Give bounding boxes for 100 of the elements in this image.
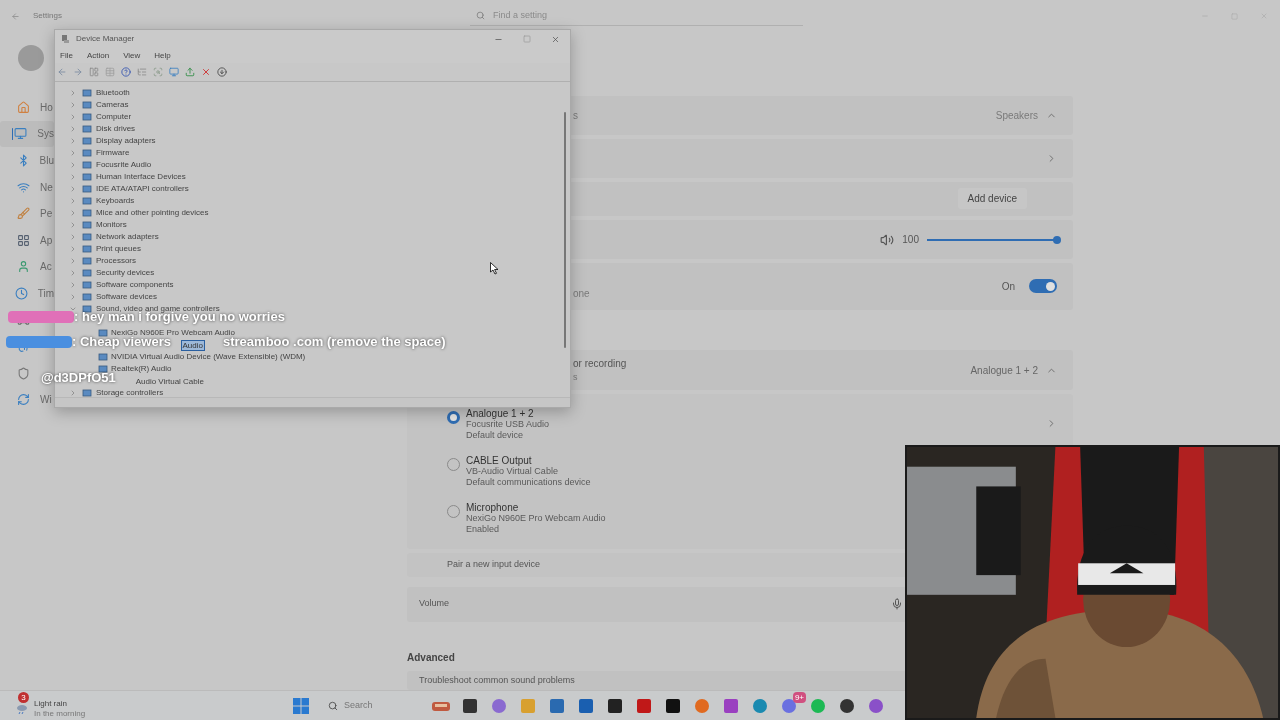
menu-item[interactable]: Action [86, 49, 110, 62]
tree-item[interactable]: Cameras [69, 99, 129, 111]
tree-label: Sound, video and game controllers [96, 303, 220, 313]
pair-device-link[interactable]: Pair a new input device [447, 558, 541, 572]
expand-chevron-icon[interactable] [69, 197, 77, 205]
tree-item[interactable]: NVIDIA Virtual Audio Device (Wave Extensible) (WDM) [110, 351, 307, 363]
nav-item[interactable]: Ap [0, 226, 54, 254]
tree-item[interactable]: Firmware [69, 147, 130, 159]
nav-item[interactable]: Blu [0, 147, 54, 174]
app-icon[interactable] [606, 697, 624, 715]
tree-item[interactable]: Print queues [69, 243, 141, 255]
app-icon[interactable] [664, 697, 682, 715]
download-icon[interactable] [217, 67, 227, 77]
rain-cloud-icon [16, 702, 28, 715]
tree-item[interactable]: Focusrite Audio [69, 159, 152, 171]
tree-item[interactable]: Monitors [69, 219, 127, 231]
expand-chevron-icon[interactable] [69, 161, 77, 169]
tree-item[interactable]: IDE ATA/ATAPI controllers [69, 183, 189, 195]
brush-icon [17, 207, 30, 221]
tree-label: Human Interface Devices [96, 171, 186, 183]
tree-icon[interactable] [137, 67, 147, 77]
tree-item[interactable]: Human Interface Devices [69, 171, 186, 183]
tree-item[interactable]: Processors [69, 255, 136, 267]
scrollbar[interactable] [564, 112, 566, 348]
nav-item[interactable]: Ne [0, 173, 54, 201]
nav-item[interactable]: Wi [0, 386, 54, 414]
expand-chevron-icon[interactable] [69, 257, 77, 265]
tree-label: Security devices [96, 267, 155, 279]
tree-label: Firmware [96, 147, 130, 159]
expand-chevron-icon[interactable] [69, 149, 77, 157]
tree-item[interactable]: Audio Virtual Cable [134, 376, 205, 386]
back-arrow-icon[interactable] [57, 67, 67, 77]
chat-overlay: @d3DPfO51 [41, 371, 116, 385]
expand-chevron-icon[interactable] [69, 269, 77, 277]
expand-chevron-icon[interactable] [69, 233, 77, 241]
start-icon[interactable] [292, 697, 310, 715]
expand-chevron-icon[interactable] [69, 389, 77, 397]
tree-item[interactable]: Mice and other pointing devices [69, 207, 209, 219]
device-name: Microphone [466, 502, 520, 514]
toggle-switch[interactable] [1029, 279, 1057, 294]
section-heading: Advanced [407, 650, 456, 665]
forward-arrow-icon[interactable] [73, 67, 83, 77]
remove-icon[interactable] [201, 67, 211, 77]
app-icon[interactable] [461, 697, 479, 715]
dropdown-value[interactable]: Analogue 1 + 2 [970, 362, 1038, 378]
expand-chevron-icon[interactable] [69, 89, 77, 97]
expand-chevron-icon[interactable] [69, 185, 77, 193]
refresh-icon [17, 393, 30, 407]
nav-label: Pe [40, 207, 53, 222]
device-status: Default communications device [466, 477, 591, 489]
panel-icon[interactable] [89, 67, 99, 77]
back-arrow-icon[interactable] [11, 11, 20, 21]
monitor-icon[interactable] [169, 67, 179, 77]
expand-chevron-icon[interactable] [69, 113, 77, 121]
input-device-option[interactable]: Analogue 1 + 2 Focusrite USB Audio Default device [407, 408, 1073, 456]
tree-item[interactable]: Disk drives [69, 123, 136, 135]
slider-thumb[interactable] [1053, 235, 1061, 244]
expand-chevron-icon[interactable] [69, 125, 77, 133]
maximize-icon[interactable] [523, 35, 531, 43]
weather-title: Light rain [34, 698, 68, 709]
driver-update-icon[interactable] [185, 67, 195, 77]
app-icon[interactable] [838, 697, 856, 715]
clock-icon [14, 286, 28, 300]
tree-label: Keyboards [96, 195, 135, 207]
radio-button[interactable] [447, 411, 460, 425]
tree-item[interactable]: Network adapters [69, 231, 159, 243]
expand-chevron-icon[interactable] [69, 293, 77, 301]
menu-item[interactable]: View [123, 49, 141, 62]
menu-item[interactable]: Help [154, 49, 171, 62]
scan-icon[interactable] [153, 67, 163, 77]
menu-item[interactable]: File [60, 49, 73, 62]
nav-item[interactable]: Pe [0, 200, 54, 227]
tree-item[interactable]: Display adapters [69, 135, 156, 147]
nav-label: Ac [40, 260, 52, 275]
add-device-button[interactable]: Add device [957, 188, 1027, 210]
expand-chevron-icon[interactable] [69, 173, 77, 181]
tree-item[interactable]: Security devices [69, 267, 155, 279]
tree-label: Processors [96, 255, 136, 267]
expand-chevron-icon[interactable] [69, 209, 77, 217]
help-icon[interactable] [121, 67, 131, 77]
close-icon[interactable] [551, 34, 560, 44]
expand-chevron-icon[interactable] [69, 245, 77, 253]
expand-chevron-icon[interactable] [69, 221, 77, 229]
volume-value: 100 [902, 233, 919, 248]
expand-chevron-icon[interactable] [69, 305, 77, 313]
nav-item[interactable]: Ac [0, 253, 54, 281]
mouse-cursor-icon [490, 262, 499, 275]
tree-item[interactable]: Software devices [69, 291, 157, 303]
tree-item[interactable]: Keyboards [69, 195, 135, 207]
tree-item[interactable]: Software components [69, 279, 174, 291]
tree-item[interactable]: Storage controllers [69, 387, 164, 397]
tree-item[interactable]: Bluetooth [69, 87, 130, 99]
expand-chevron-icon[interactable] [69, 137, 77, 145]
tree-item[interactable]: Computer [69, 111, 132, 123]
tree-item[interactable]: Audio [180, 339, 205, 351]
expand-chevron-icon[interactable] [69, 101, 77, 109]
table-icon[interactable] [105, 67, 115, 77]
nav-item[interactable]: Tim [0, 280, 54, 307]
expand-chevron-icon[interactable] [69, 281, 77, 289]
device-icon [82, 388, 92, 397]
